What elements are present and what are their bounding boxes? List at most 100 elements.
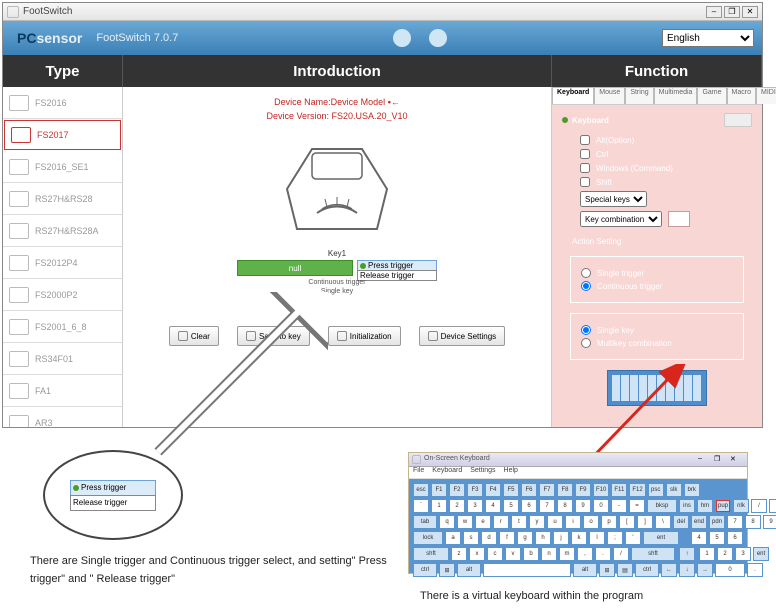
vk-key[interactable]: s <box>463 531 479 545</box>
vk-key[interactable]: F5 <box>503 483 519 497</box>
vk-key[interactable]: F3 <box>467 483 483 497</box>
modifier-alt[interactable]: Alt(Option) <box>580 135 752 145</box>
vk-key[interactable]: h <box>535 531 551 545</box>
vk-key[interactable]: 0 <box>593 499 609 513</box>
vk-key[interactable]: y <box>529 515 545 529</box>
vk-key[interactable]: ↓ <box>679 563 695 577</box>
vk-key[interactable]: 8 <box>745 515 761 529</box>
vk-key[interactable]: 1 <box>699 547 715 561</box>
vk-key[interactable]: ' <box>625 531 641 545</box>
vk-key[interactable]: F6 <box>521 483 537 497</box>
vk-key[interactable]: psc <box>648 483 664 497</box>
minimize-button[interactable]: – <box>706 6 722 18</box>
vk-key[interactable]: esc <box>413 483 429 497</box>
vk-key[interactable]: = <box>629 499 645 513</box>
vk-key[interactable]: ← <box>661 563 677 577</box>
vk-key[interactable]: ⊞ <box>599 563 615 577</box>
maximize-button[interactable]: ❐ <box>724 6 740 18</box>
sidebar-item[interactable]: RS27H&RS28A <box>3 215 122 247</box>
sidebar-item[interactable]: AR3 <box>3 407 122 427</box>
vk-key[interactable]: g <box>517 531 533 545</box>
modifier-shift[interactable]: Shift <box>580 177 752 187</box>
vk-key[interactable]: j <box>553 531 569 545</box>
initialization-button[interactable]: Initialization <box>328 326 401 346</box>
vk-key[interactable]: 5 <box>709 531 725 545</box>
special-keys-select[interactable]: Special keys <box>580 191 647 207</box>
vk-key[interactable]: ctrl <box>635 563 659 577</box>
vk-key[interactable]: ▤ <box>617 563 633 577</box>
vk-key[interactable]: 2 <box>717 547 733 561</box>
vk-key[interactable]: pdn <box>709 515 725 529</box>
vk-key[interactable]: end <box>691 515 707 529</box>
vk-key[interactable]: w <box>457 515 473 529</box>
vk-key[interactable]: ] <box>637 515 653 529</box>
vk-key[interactable]: ent <box>643 531 679 545</box>
vk-key[interactable]: alt <box>457 563 481 577</box>
vk-key[interactable]: [ <box>619 515 635 529</box>
vk-key[interactable]: F8 <box>557 483 573 497</box>
vk-key[interactable]: b <box>523 547 539 561</box>
vk-menu-keyboard[interactable]: Keyboard <box>432 467 462 478</box>
vk-key[interactable]: v <box>505 547 521 561</box>
vk-key[interactable]: 4 <box>691 531 707 545</box>
vk-key[interactable]: 9 <box>763 515 776 529</box>
radio-single-trigger[interactable]: Single trigger <box>581 268 733 278</box>
language-select[interactable]: English <box>662 29 754 47</box>
radio-single-key[interactable]: Single key <box>581 325 733 335</box>
sidebar-item[interactable]: FS2012P4 <box>3 247 122 279</box>
vk-key[interactable]: x <box>469 547 485 561</box>
vk-key[interactable]: 7 <box>727 515 743 529</box>
vk-key[interactable]: 5 <box>503 499 519 513</box>
sidebar-item[interactable]: RS27H&RS28 <box>3 183 122 215</box>
vk-key[interactable]: 9 <box>575 499 591 513</box>
vk-key[interactable]: del <box>673 515 689 529</box>
vk-key[interactable]: ; <box>607 531 623 545</box>
vk-key[interactable]: F4 <box>485 483 501 497</box>
vk-key[interactable]: ctrl <box>413 563 437 577</box>
vk-key[interactable]: u <box>547 515 563 529</box>
vk-key[interactable]: m <box>559 547 575 561</box>
clear-button[interactable]: Clear <box>169 326 219 346</box>
tab-string[interactable]: String <box>625 87 653 104</box>
save-to-key-button[interactable]: Save to key <box>237 326 310 346</box>
vk-key[interactable]: * <box>769 499 776 513</box>
vk-key[interactable]: → <box>697 563 713 577</box>
vk-key[interactable]: 3 <box>735 547 751 561</box>
sidebar-item[interactable]: FS2016 <box>3 87 122 119</box>
vk-key[interactable]: hm <box>697 499 713 513</box>
radio-continuous-trigger[interactable]: Continuous trigger <box>581 281 733 291</box>
remove-combo-button[interactable]: — <box>668 211 690 227</box>
vk-key[interactable]: F10 <box>593 483 609 497</box>
vk-key[interactable]: 3 <box>467 499 483 513</box>
close-button[interactable]: ✕ <box>742 6 758 18</box>
vk-key[interactable]: \ <box>655 515 671 529</box>
sidebar-item[interactable]: FS2016_SE1 <box>3 151 122 183</box>
tab-midi[interactable]: MIDI <box>756 87 776 104</box>
vk-key[interactable]: e <box>475 515 491 529</box>
vk-key[interactable]: i <box>565 515 581 529</box>
vk-key[interactable]: brk <box>684 483 700 497</box>
radio-multikey[interactable]: Multikey combination <box>581 338 733 348</box>
modifier-win[interactable]: Windows (Command) <box>580 163 752 173</box>
vk-key[interactable]: k <box>571 531 587 545</box>
vk-key[interactable]: alt <box>573 563 597 577</box>
vk-key[interactable]: ↑ <box>679 547 695 561</box>
vk-key[interactable]: 8 <box>557 499 573 513</box>
vk-key[interactable]: a <box>445 531 461 545</box>
tab-macro[interactable]: Macro <box>727 87 756 104</box>
vk-key[interactable]: tab <box>413 515 437 529</box>
vk-key[interactable]: ins <box>679 499 695 513</box>
vk-key[interactable]: lock <box>413 531 443 545</box>
vk-key[interactable]: - <box>611 499 627 513</box>
vk-key[interactable]: slk <box>666 483 682 497</box>
sidebar-item[interactable]: FS2001_6_8 <box>3 311 122 343</box>
vk-key[interactable]: 2 <box>449 499 465 513</box>
vk-key[interactable]: , <box>577 547 593 561</box>
vk-key[interactable]: 6 <box>521 499 537 513</box>
vk-key[interactable]: / <box>613 547 629 561</box>
device-settings-button[interactable]: Device Settings <box>419 326 506 346</box>
vk-key[interactable]: ` <box>413 499 429 513</box>
vk-key[interactable]: F1 <box>431 483 447 497</box>
vk-menu-help[interactable]: Help <box>504 467 518 478</box>
vk-key[interactable]: 7 <box>539 499 555 513</box>
